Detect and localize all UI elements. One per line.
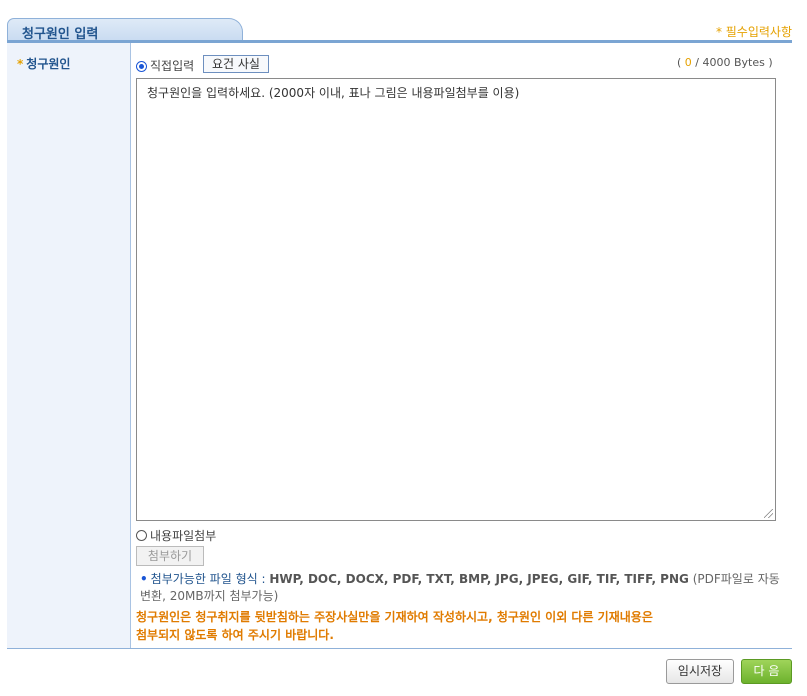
direct-input-radio[interactable]: [136, 61, 147, 72]
direct-input-label: 직접입력: [150, 59, 195, 73]
file-attach-label: 내용파일첨부: [150, 529, 217, 543]
allowed-formats-info: • 첨부가능한 파일 형식 : HWP, DOC, DOCX, PDF, TXT,…: [140, 572, 780, 603]
temp-save-button[interactable]: 임시저장: [666, 659, 734, 684]
claim-cause-textarea[interactable]: 청구원인을 입력하세요. (2000자 이내, 표나 그림은 내용파일첨부를 이…: [136, 78, 776, 521]
field-label: * 청구원인: [17, 57, 71, 71]
required-fields-note: * 필수입력사항: [715, 25, 792, 39]
bullet-icon: •: [140, 572, 148, 586]
next-button[interactable]: 다 음: [741, 659, 792, 684]
allowed-formats-list: HWP, DOC, DOCX, PDF, TXT, BMP, JPG, JPEG…: [269, 572, 689, 586]
byte-count-current: 0: [684, 56, 692, 69]
field-label-column: * 청구원인: [7, 43, 131, 648]
textarea-placeholder: 청구원인을 입력하세요. (2000자 이내, 표나 그림은 내용파일첨부를 이…: [147, 86, 520, 100]
file-attach-radio[interactable]: [136, 530, 147, 541]
requirement-facts-button[interactable]: 요건 사실: [203, 55, 269, 73]
resize-grip-icon[interactable]: [764, 509, 773, 518]
attach-file-button[interactable]: 첨부하기: [136, 546, 204, 566]
byte-counter: ( 0 / 4000 Bytes ): [677, 56, 773, 69]
required-star: *: [17, 57, 24, 71]
warning-message: 청구원인은 청구취지를 뒷받침하는 주장사실만을 기재하여 작성하시고, 청구원…: [136, 610, 653, 642]
section-header: 청구원인 입력 * 필수입력사항: [7, 18, 792, 43]
